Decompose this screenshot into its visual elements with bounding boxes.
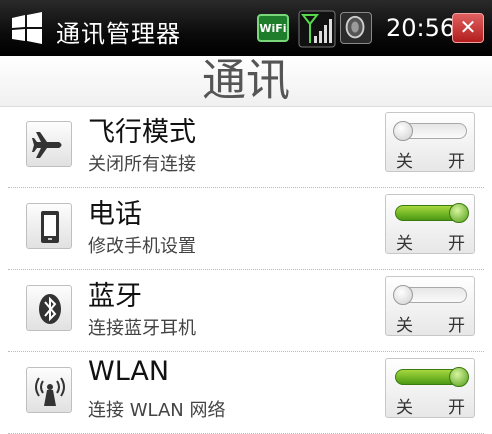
toggle-track	[395, 367, 469, 387]
wlan-toggle[interactable]: 关 开	[385, 358, 475, 418]
page-header: 通讯	[0, 56, 492, 107]
toggle-track	[393, 285, 467, 305]
speaker-icon[interactable]	[340, 12, 372, 44]
toggle-off-label: 关	[396, 234, 413, 254]
toggle-on-label: 开	[448, 316, 465, 336]
setting-subtitle: 连接蓝牙耳机	[88, 318, 196, 339]
toggle-knob	[449, 367, 469, 387]
toggle-on-label: 开	[448, 152, 465, 172]
wifi-icon[interactable]: WiFi	[257, 14, 289, 42]
phone-icon	[26, 203, 72, 249]
setting-row-phone: 电话 修改手机设置 关 开	[8, 188, 484, 270]
toggle-on-label: 开	[448, 234, 465, 254]
airplane-icon	[26, 121, 72, 167]
setting-title: 飞行模式	[88, 117, 196, 148]
bluetooth-icon	[26, 285, 72, 331]
signal-icon[interactable]	[298, 10, 336, 48]
close-icon: ✕	[459, 15, 477, 39]
toggle-off-label: 关	[396, 316, 413, 336]
toggle-off-label: 关	[396, 398, 413, 418]
setting-title: 电话	[88, 199, 142, 230]
setting-title: 蓝牙	[88, 281, 142, 312]
wlan-antenna-icon	[26, 367, 72, 413]
setting-row-bluetooth: 蓝牙 连接蓝牙耳机 关 开	[8, 270, 484, 352]
phone-toggle[interactable]: 关 开	[385, 194, 475, 254]
app-title: 通讯管理器	[56, 20, 181, 48]
toggle-knob	[393, 285, 413, 305]
airplane-mode-toggle[interactable]: 关 开	[385, 112, 475, 172]
toggle-on-label: 开	[448, 398, 465, 418]
page-title: 通讯	[202, 55, 290, 106]
wifi-badge-label: WiFi	[259, 22, 287, 35]
windows-logo-icon[interactable]	[10, 12, 44, 44]
clock: 20:56	[386, 14, 456, 42]
toggle-off-label: 关	[396, 152, 413, 172]
setting-subtitle: 连接 WLAN 网络	[88, 400, 226, 421]
title-bar: 通讯管理器 WiFi 20:56 ✕	[0, 0, 492, 56]
setting-subtitle: 关闭所有连接	[88, 154, 196, 175]
toggle-knob	[449, 203, 469, 223]
toggle-track	[395, 203, 469, 223]
bluetooth-toggle[interactable]: 关 开	[385, 276, 475, 336]
setting-subtitle: 修改手机设置	[88, 236, 196, 257]
setting-row-airplane: 飞行模式 关闭所有连接 关 开	[8, 106, 484, 188]
speaker-glyph-icon	[345, 15, 365, 39]
close-button[interactable]: ✕	[452, 13, 484, 43]
toggle-knob	[393, 121, 413, 141]
setting-title: WLAN	[88, 356, 170, 387]
setting-row-wlan: WLAN 连接 WLAN 网络 关 开	[8, 352, 484, 434]
toggle-track	[393, 121, 467, 141]
